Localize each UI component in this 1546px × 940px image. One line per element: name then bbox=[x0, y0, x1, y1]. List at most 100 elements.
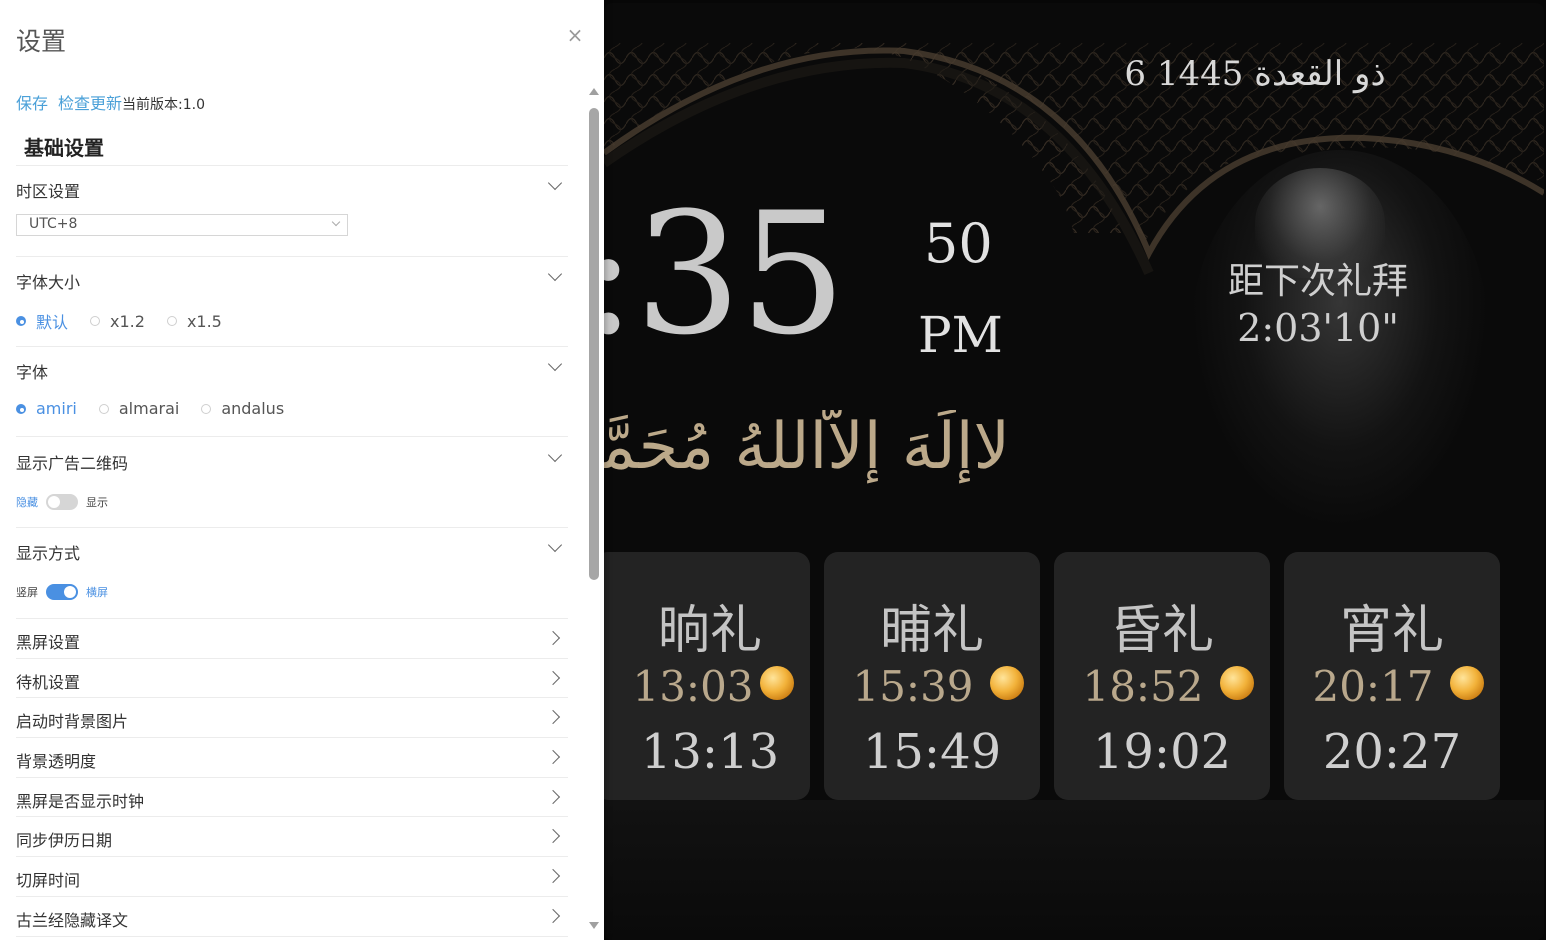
radio-empty-icon bbox=[90, 316, 101, 326]
radio-selected-icon bbox=[16, 316, 26, 326]
display-mode-label: 显示方式 bbox=[16, 544, 81, 563]
display-mode-toggle[interactable] bbox=[46, 584, 78, 600]
shahada-calligraphy: لاإِلَهَ إلاَّاللهُ مُحَمَّدٌ رَسُولُ ال… bbox=[560, 410, 1010, 484]
timezone-header[interactable]: 时区设置 bbox=[16, 174, 568, 202]
radio-label: almarai bbox=[118, 399, 180, 418]
chevron-down-icon bbox=[547, 175, 563, 191]
divider bbox=[16, 346, 568, 347]
chevron-right-icon bbox=[545, 630, 561, 646]
prayer-name: 宵礼 bbox=[1339, 601, 1444, 661]
show-qr-label: 显示广告二维码 bbox=[16, 454, 129, 473]
row-label: 待机设置 bbox=[16, 673, 81, 692]
floor-shadow bbox=[604, 800, 1544, 940]
radio-label: andalus bbox=[221, 399, 285, 418]
settings-row-standby[interactable]: 待机设置 bbox=[16, 659, 568, 699]
prayer-adhan-time: 20:17 bbox=[1312, 662, 1434, 711]
drawer-title: 设置 bbox=[16, 27, 67, 56]
sun-icon bbox=[760, 666, 794, 700]
chevron-right-icon bbox=[545, 789, 561, 805]
sun-icon bbox=[990, 666, 1024, 700]
settings-row-quran-translation[interactable]: 古兰经隐藏译文 bbox=[16, 897, 568, 937]
chevron-right-icon bbox=[545, 670, 561, 686]
close-icon[interactable]: × bbox=[566, 25, 584, 45]
scroll-up-arrow-icon[interactable] bbox=[589, 88, 599, 95]
font-size-header[interactable]: 字体大小 bbox=[16, 265, 568, 293]
group-font-size: 字体大小 默认 x1.2 x1.5 bbox=[0, 265, 580, 345]
toggle-knob bbox=[64, 586, 76, 598]
scroll-down-arrow-icon[interactable] bbox=[589, 922, 599, 929]
font-size-option-x15[interactable]: x1.5 bbox=[166, 311, 222, 331]
prayer-iqama-time: 20:27 bbox=[1322, 724, 1462, 780]
settings-row-bg-opacity[interactable]: 背景透明度 bbox=[16, 738, 568, 778]
settings-row-blackscreen[interactable]: 黑屏设置 bbox=[16, 619, 568, 659]
display-mode-header[interactable]: 显示方式 bbox=[16, 536, 568, 564]
switch-on-label: 横屏 bbox=[86, 586, 108, 599]
clock-seconds: 50 bbox=[924, 212, 993, 275]
divider bbox=[16, 527, 568, 528]
radio-label: x1.5 bbox=[186, 311, 222, 331]
font-label: 字体 bbox=[16, 363, 49, 382]
chevron-down-icon bbox=[547, 356, 563, 372]
font-option-amiri[interactable]: amiri bbox=[16, 399, 77, 418]
group-timezone: 时区设置 UTC+8 bbox=[0, 174, 580, 254]
sun-icon bbox=[1450, 666, 1484, 700]
chevron-right-icon bbox=[545, 908, 561, 924]
chevron-right-icon bbox=[545, 868, 561, 884]
group-show-qr: 显示广告二维码 隐藏 显示 bbox=[0, 446, 580, 526]
prayer-name: 晡礼 bbox=[879, 601, 984, 661]
font-header[interactable]: 字体 bbox=[16, 355, 568, 383]
radio-label: amiri bbox=[36, 399, 77, 418]
divider bbox=[16, 936, 568, 937]
font-size-option-default[interactable]: 默认 bbox=[16, 309, 68, 333]
font-radios: amiri almarai andalus bbox=[16, 399, 306, 418]
font-option-almarai[interactable]: almarai bbox=[98, 399, 180, 418]
switch-on-label: 显示 bbox=[86, 496, 108, 509]
timezone-label: 时区设置 bbox=[16, 182, 81, 201]
chevron-right-icon bbox=[545, 828, 561, 844]
save-link[interactable]: 保存 bbox=[16, 90, 48, 114]
divider bbox=[16, 436, 568, 437]
show-qr-header[interactable]: 显示广告二维码 bbox=[16, 446, 568, 474]
settings-row-switch-time[interactable]: 切屏时间 bbox=[16, 857, 568, 897]
row-label: 古兰经隐藏译文 bbox=[16, 911, 129, 930]
toggle-knob bbox=[48, 496, 60, 508]
radio-label: 默认 bbox=[36, 313, 69, 332]
settings-scroll-area[interactable]: 保存 检查更新 当前版本:1.0 基础设置 时区设置 UTC+8 字体大小 默认… bbox=[0, 80, 604, 940]
check-update-link[interactable]: 检查更新 bbox=[58, 90, 122, 114]
section-title-basic: 基础设置 bbox=[24, 136, 104, 160]
settings-row-blackscreen-clock[interactable]: 黑屏是否显示时钟 bbox=[16, 778, 568, 818]
prayer-iqama-time: 19:02 bbox=[1092, 724, 1232, 780]
hijri-date: 6 ذو القعدة 1445 bbox=[1124, 54, 1386, 94]
next-prayer-countdown: 2:03'10" bbox=[1237, 306, 1399, 350]
prayer-card-dhuhr: 晌礼 13:03 13:13 bbox=[594, 552, 810, 800]
row-label: 同步伊历日期 bbox=[16, 831, 113, 850]
scroll-thumb[interactable] bbox=[589, 108, 599, 580]
radio-empty-icon bbox=[201, 403, 212, 414]
row-label: 黑屏设置 bbox=[16, 633, 81, 652]
caret-down-icon bbox=[331, 217, 341, 227]
font-size-label: 字体大小 bbox=[16, 273, 81, 292]
group-display-mode: 显示方式 竖屏 横屏 bbox=[0, 536, 580, 616]
font-size-radios: 默认 x1.2 x1.5 bbox=[16, 309, 244, 333]
radio-empty-icon bbox=[98, 403, 109, 414]
chevron-down-icon bbox=[547, 266, 563, 282]
chevron-right-icon bbox=[545, 749, 561, 765]
prayer-iqama-time: 13:13 bbox=[640, 724, 780, 780]
app-window: 6 ذو القعدة 1445 :35 50 PM 距下次礼拜 2:03'10… bbox=[0, 0, 1546, 940]
row-label: 切屏时间 bbox=[16, 871, 81, 890]
settings-row-sync-hijri[interactable]: 同步伊历日期 bbox=[16, 817, 568, 857]
prayer-name: 晌礼 bbox=[657, 601, 762, 661]
font-option-andalus[interactable]: andalus bbox=[201, 399, 284, 418]
clock-ampm: PM bbox=[918, 306, 1003, 364]
settings-row-startup-bg[interactable]: 启动时背景图片 bbox=[16, 698, 568, 738]
show-qr-toggle[interactable] bbox=[46, 494, 78, 510]
font-size-option-x12[interactable]: x1.2 bbox=[90, 312, 145, 331]
sun-icon bbox=[1220, 666, 1254, 700]
settings-drawer: 设置 × 保存 检查更新 当前版本:1.0 基础设置 时区设置 UTC+8 字体… bbox=[0, 0, 604, 940]
prayer-card-asr: 晡礼 15:39 15:49 bbox=[824, 552, 1040, 800]
scrollbar[interactable] bbox=[586, 88, 602, 940]
timezone-select[interactable]: UTC+8 bbox=[16, 214, 348, 236]
prayer-card-maghrib: 昏礼 18:52 19:02 bbox=[1054, 552, 1270, 800]
timezone-value: UTC+8 bbox=[29, 216, 78, 232]
divider bbox=[16, 165, 568, 166]
